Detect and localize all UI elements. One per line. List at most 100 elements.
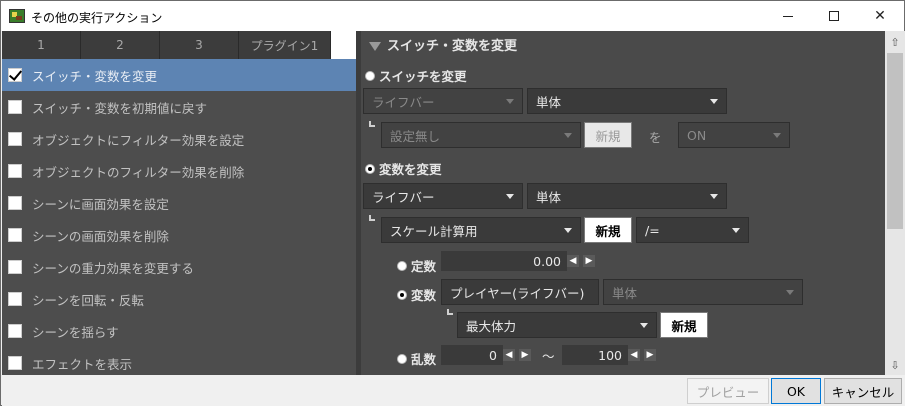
list-item[interactable]: スイッチ・変数を変更 <box>2 59 356 91</box>
radio-button[interactable] <box>397 260 407 271</box>
radio-button[interactable] <box>397 289 407 300</box>
ok-button[interactable]: OK <box>771 378 821 404</box>
checkbox[interactable] <box>8 228 22 242</box>
list-item[interactable]: シーンを揺らす <box>2 315 356 347</box>
random-max-field[interactable]: 100 <box>562 345 628 365</box>
button-bar: プレビュー OK キャンセル <box>2 375 905 406</box>
section-header: スイッチ・変数を変更 <box>369 35 517 54</box>
const-radio[interactable]: 定数 <box>397 256 436 275</box>
list-item[interactable]: オブジェクトにフィルター効果を設定 <box>2 123 356 155</box>
app-icon <box>9 9 25 23</box>
random-radio[interactable]: 乱数 <box>397 349 436 368</box>
scroll-thumb[interactable] <box>887 53 903 229</box>
chevron-down-icon <box>773 133 781 138</box>
list-item[interactable]: シーンの画面効果を削除 <box>2 219 356 251</box>
variable-radio[interactable]: 変数を変更 <box>365 159 442 178</box>
list-item[interactable]: シーンを回転・反転 <box>2 283 356 315</box>
variable-scope-dropdown[interactable]: 単体 <box>603 279 803 305</box>
tab-3[interactable]: 3 <box>160 31 239 59</box>
radio-button[interactable] <box>365 163 375 174</box>
checkbox[interactable] <box>8 164 22 178</box>
minimize-icon <box>783 15 793 17</box>
checkbox[interactable] <box>8 132 22 146</box>
close-icon: ✕ <box>874 8 886 24</box>
scroll-down-icon[interactable]: ⇩ <box>887 357 903 373</box>
chevron-down-icon <box>732 228 740 233</box>
increment-icon[interactable]: ▶ <box>519 349 531 361</box>
chevron-down-icon <box>564 228 572 233</box>
var-operator-dropdown[interactable]: /= <box>636 217 749 243</box>
minimize-button[interactable] <box>765 1 811 31</box>
const-value-field[interactable]: 0.00 <box>441 251 567 271</box>
switch-target-dropdown[interactable]: ライフバー <box>363 88 523 114</box>
list-item[interactable]: スイッチ・変数を初期値に戻す <box>2 91 356 123</box>
list-item[interactable]: シーンの重力効果を変更する <box>2 251 356 283</box>
checkbox[interactable] <box>8 292 22 306</box>
list-item-label: エフェクトを表示 <box>32 356 133 372</box>
checkbox[interactable] <box>8 196 22 210</box>
checkbox[interactable] <box>8 356 22 370</box>
cancel-button[interactable]: キャンセル <box>824 378 902 404</box>
list-item-label: シーンを揺らす <box>32 324 119 340</box>
scroll-up-icon[interactable]: ⇧ <box>887 34 903 50</box>
list-item-label: シーンの画面効果を削除 <box>32 228 169 244</box>
list-item-label: オブジェクトにフィルター効果を設定 <box>32 132 245 148</box>
list-item-label: シーンを回転・反転 <box>32 292 144 308</box>
client-area: 1 2 3 プラグイン1 スイッチ・変数を変更 スイッチ・変数を初期値に戻す オ… <box>2 31 905 375</box>
tab-bar-blank <box>331 31 358 59</box>
var-target-dropdown[interactable]: ライフバー <box>363 183 523 209</box>
variable-name-dropdown[interactable]: 最大体力 <box>457 312 657 338</box>
tab-plugin1[interactable]: プラグイン1 <box>239 31 331 59</box>
const-label: 定数 <box>411 259 437 274</box>
tab-bar: 1 2 3 プラグイン1 <box>2 31 358 59</box>
preview-button[interactable]: プレビュー <box>687 378 769 404</box>
decrement-icon[interactable]: ◀ <box>503 349 515 361</box>
list-item[interactable]: シーンに画面効果を設定 <box>2 187 356 219</box>
checkbox[interactable] <box>8 100 22 114</box>
checkbox[interactable] <box>8 260 22 274</box>
switch-setting-dropdown[interactable]: 設定無し <box>381 122 581 148</box>
random-separator: 〜 <box>542 349 555 364</box>
settings-panel: スイッチ・変数を変更 スイッチを変更 ライフバー 単体 設定無し 新規 を ON… <box>361 31 885 375</box>
increment-icon[interactable]: ▶ <box>583 255 595 267</box>
random-min-field[interactable]: 0 <box>441 345 503 365</box>
switch-radio-label: スイッチを変更 <box>379 69 467 84</box>
list-item-label: スイッチ・変数を変更 <box>32 68 158 84</box>
radio-button[interactable] <box>397 353 407 364</box>
list-item[interactable]: オブジェクトのフィルター効果を削除 <box>2 155 356 187</box>
var-scope-dropdown[interactable]: 単体 <box>527 183 727 209</box>
tab-1[interactable]: 1 <box>2 31 81 59</box>
tree-connector-icon <box>369 121 375 127</box>
tab-2[interactable]: 2 <box>81 31 160 59</box>
switch-value-dropdown[interactable]: ON <box>678 122 790 148</box>
decrement-icon[interactable]: ◀ <box>628 349 640 361</box>
switch-to-label: を <box>649 130 662 145</box>
chevron-down-icon <box>506 99 514 104</box>
var-new-button[interactable]: 新規 <box>584 217 632 243</box>
switch-new-button[interactable]: 新規 <box>584 122 632 148</box>
checkbox[interactable] <box>8 68 22 82</box>
list-item-label: スイッチ・変数を初期値に戻す <box>32 100 208 116</box>
decrement-icon[interactable]: ◀ <box>567 255 579 267</box>
dialog-window: その他の実行アクション ✕ 1 2 3 プラグイン1 スイッチ・変数を変更 スイ… <box>0 0 905 406</box>
variable-new-button[interactable]: 新規 <box>660 312 708 338</box>
variable-radio-label: 変数を変更 <box>379 162 442 177</box>
switch-scope-dropdown[interactable]: 単体 <box>527 88 727 114</box>
maximize-button[interactable] <box>811 1 857 31</box>
checkbox[interactable] <box>8 324 22 338</box>
random-label: 乱数 <box>411 352 437 367</box>
radio-button[interactable] <box>365 70 375 81</box>
var-name-dropdown[interactable]: スケール計算用 <box>381 217 581 243</box>
variable-source-radio[interactable]: 変数 <box>397 285 436 304</box>
list-item-label: オブジェクトのフィルター効果を削除 <box>32 164 245 180</box>
increment-icon[interactable]: ▶ <box>644 349 656 361</box>
tree-connector-icon <box>447 309 453 315</box>
collapse-triangle-icon[interactable] <box>369 42 381 51</box>
close-button[interactable]: ✕ <box>857 1 903 31</box>
chevron-down-icon <box>506 194 514 199</box>
switch-radio[interactable]: スイッチを変更 <box>365 66 467 85</box>
chevron-down-icon <box>710 99 718 104</box>
vertical-scrollbar[interactable]: ⇧ ⇩ <box>885 31 905 375</box>
variable-target-dropdown[interactable]: プレイヤー(ライフバー) <box>441 279 599 305</box>
title-bar: その他の実行アクション ✕ <box>1 1 904 31</box>
